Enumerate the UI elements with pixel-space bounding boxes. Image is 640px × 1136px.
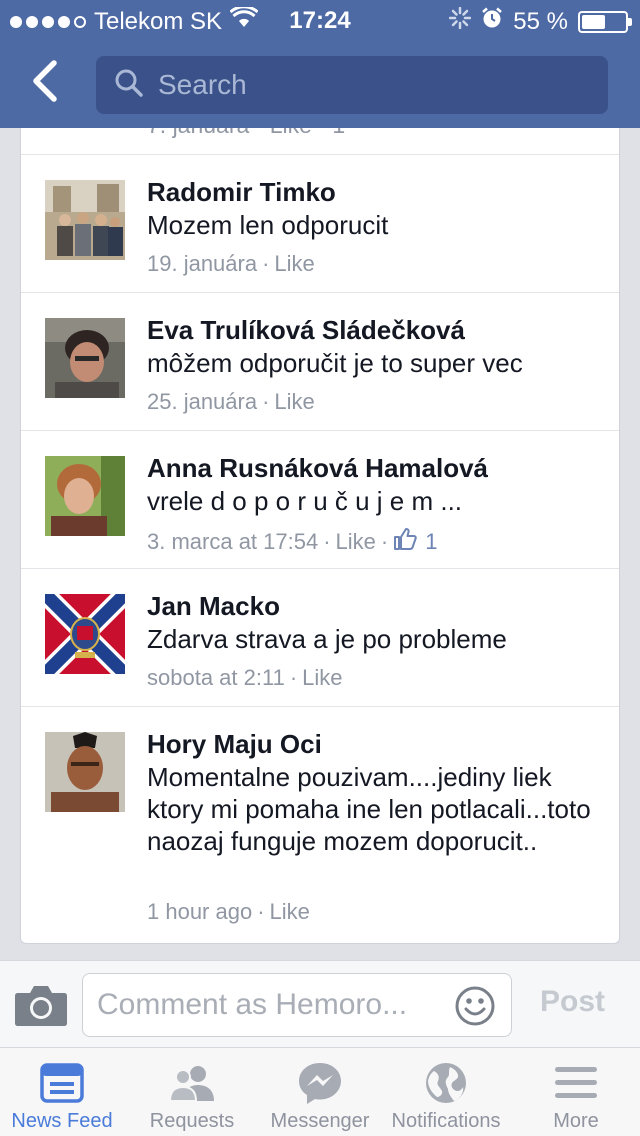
comment-meta: 19. januára · Like bbox=[147, 251, 315, 277]
comment-timestamp: sobota at 2:11 bbox=[147, 665, 285, 690]
like-button[interactable]: Like bbox=[270, 899, 310, 925]
tab-notifications[interactable]: Notifications bbox=[384, 1048, 508, 1136]
comment-input-box[interactable] bbox=[82, 973, 512, 1037]
like-button[interactable]: Like bbox=[302, 665, 342, 691]
comment-author[interactable]: Jan Macko bbox=[147, 591, 280, 622]
camera-button[interactable] bbox=[14, 983, 68, 1027]
search-bar[interactable] bbox=[96, 56, 608, 114]
messenger-icon bbox=[297, 1058, 343, 1108]
tab-label: News Feed bbox=[11, 1110, 113, 1132]
battery-icon bbox=[578, 10, 632, 33]
friend-requests-icon bbox=[168, 1058, 216, 1108]
comment-author[interactable]: Anna Rusnáková Hamalová bbox=[147, 453, 488, 484]
battery-level-fill bbox=[582, 14, 605, 29]
smiley-icon bbox=[455, 986, 495, 1030]
comment-composer: Post bbox=[0, 960, 640, 1048]
tab-label: Requests bbox=[149, 1110, 235, 1132]
chevron-left-icon bbox=[30, 59, 58, 107]
loading-spinner-icon bbox=[449, 6, 472, 36]
comment-text: Zdarva strava a je po probleme bbox=[147, 624, 507, 654]
tab-label: Notifications bbox=[391, 1110, 501, 1132]
news-feed-icon bbox=[40, 1058, 84, 1108]
comment-meta: 25. januára · Like bbox=[147, 389, 315, 415]
back-button[interactable] bbox=[22, 58, 66, 108]
comment-item: Jan Macko Zdarva strava a je po probleme… bbox=[21, 569, 619, 707]
menu-icon bbox=[555, 1058, 597, 1108]
comment-partially-visible: 7. januára · Like · 1 bbox=[21, 128, 619, 155]
avatar[interactable] bbox=[45, 318, 125, 398]
thumbs-up-icon bbox=[393, 527, 417, 557]
tab-label: More bbox=[553, 1110, 599, 1132]
comment-item: Radomir Timko Mozem len odporucit 19. ja… bbox=[21, 155, 619, 293]
comment-timestamp: 3. marca at 17:54 bbox=[147, 529, 319, 554]
comment-author[interactable]: Eva Trulíková Sládečková bbox=[147, 315, 465, 346]
top-navigation-bar: Telekom SK 17:24 55 % Search bbox=[0, 0, 640, 128]
like-count[interactable]: 1 bbox=[393, 527, 437, 557]
tab-label: Messenger bbox=[270, 1110, 370, 1132]
comment-timestamp: 19. januára bbox=[147, 251, 258, 276]
avatar[interactable] bbox=[45, 456, 125, 536]
globe-icon bbox=[424, 1058, 468, 1108]
avatar[interactable] bbox=[45, 594, 125, 674]
status-right-group: 55 % bbox=[449, 6, 632, 36]
emoji-button[interactable] bbox=[455, 986, 495, 1026]
comment-author[interactable]: Radomir Timko bbox=[147, 177, 336, 208]
comment-text: Momentalne pouzivam....jediny liek ktory… bbox=[147, 762, 591, 856]
tab-news-feed[interactable]: News Feed bbox=[0, 1048, 124, 1136]
comment-item: Eva Trulíková Sládečková môžem odporučit… bbox=[21, 293, 619, 431]
tab-requests[interactable]: Requests bbox=[128, 1048, 256, 1136]
like-button[interactable]: Like bbox=[274, 389, 314, 415]
battery-percentage: 55 % bbox=[513, 7, 568, 35]
comment-text: môžem odporučit je to super vec bbox=[147, 348, 523, 378]
comment-meta: sobota at 2:11 · Like bbox=[147, 665, 343, 691]
camera-icon bbox=[14, 986, 68, 1031]
avatar[interactable] bbox=[45, 180, 125, 260]
comment-author[interactable]: Hory Maju Oci bbox=[147, 729, 322, 760]
comment-meta: 3. marca at 17:54 · Like · 1 bbox=[147, 527, 437, 557]
search-icon bbox=[114, 68, 144, 103]
tab-messenger[interactable]: Messenger bbox=[256, 1048, 384, 1136]
bottom-tab-bar: News Feed Requests Messenger Notificatio… bbox=[0, 1048, 640, 1136]
comment-meta: 1 hour ago · Like bbox=[147, 899, 310, 925]
alarm-icon bbox=[481, 7, 503, 36]
comment-text: Mozem len odporucit bbox=[147, 210, 389, 240]
comment-input[interactable] bbox=[97, 988, 447, 1022]
comment-text: vrele d o p o r u č u j e m ... bbox=[147, 486, 463, 516]
comment-item: Anna Rusnáková Hamalová vrele d o p o r … bbox=[21, 431, 619, 569]
comment-timestamp: 25. januára bbox=[147, 389, 258, 414]
comment-timestamp: 1 hour ago bbox=[147, 899, 253, 924]
comment-meta: 7. januára · Like · 1 bbox=[147, 128, 345, 139]
like-button[interactable]: Like bbox=[274, 251, 314, 277]
like-count-number: 1 bbox=[425, 529, 438, 554]
comment-item: Hory Maju Oci Momentalne pouzivam....jed… bbox=[21, 707, 619, 943]
tab-more[interactable]: More bbox=[512, 1048, 640, 1136]
status-bar: Telekom SK 17:24 55 % bbox=[0, 0, 640, 40]
comments-list: 7. januára · Like · 1 Radomir Timko Moze… bbox=[20, 128, 620, 944]
search-input[interactable] bbox=[158, 69, 578, 101]
avatar[interactable] bbox=[45, 732, 125, 812]
like-button[interactable]: Like bbox=[336, 529, 376, 555]
post-button[interactable]: Post bbox=[540, 985, 605, 1019]
